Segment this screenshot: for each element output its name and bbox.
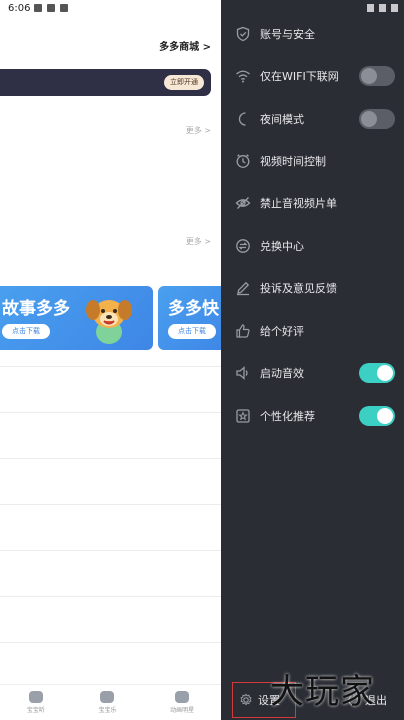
gallery-icon [47,4,55,12]
list-divider [0,412,221,413]
nav-item-play[interactable]: 宝宝乐 [98,691,116,714]
speaker-icon [236,366,248,380]
download-button[interactable]: 点击下载 [2,324,50,339]
list-divider [0,366,221,367]
toggle-knob [377,408,393,424]
app-banner[interactable]: 故事多多 点击下载 [0,286,153,350]
banner-title: 故事多多 [2,299,70,319]
vip-open-button[interactable]: 立即开通 [164,75,204,90]
menu-label: 投诉及意见反馈 [260,282,337,295]
bear-icon [175,691,190,703]
menu-label: 兑换中心 [260,240,304,253]
dog-mascot-icon [86,300,132,344]
personalized-recommendation-toggle[interactable] [359,406,395,426]
menu-item-video-time-control[interactable]: 视频时间控制 [221,147,404,175]
menu-item-personalized-recommendation: 个性化推荐 [221,402,404,430]
thumbs-up-icon [236,324,250,338]
watermark-logo: 大玩家 [270,672,375,712]
wifi-icon [236,70,250,83]
menu-label: 夜间模式 [260,113,304,126]
menu-item-night-mode: 夜间模式 [221,105,404,133]
more-link[interactable]: 更多 > [186,236,211,247]
pencil-icon [237,281,250,296]
list-divider [0,550,221,551]
nav-item-cartoon[interactable]: 动画明星 [170,691,194,714]
toggle-knob [361,68,377,84]
toggle-knob [377,365,393,381]
nav-label: 宝宝乐 [98,707,117,714]
menu-item-exchange-center[interactable]: 兑换中心 [221,232,404,260]
banner-title: 多多快 [168,299,219,319]
mall-link[interactable]: 多多商城 > [159,38,211,53]
gallery-icon [34,4,42,12]
list-divider [0,642,221,643]
wifi-only-toggle[interactable] [359,66,395,86]
nav-label: 宝宝听 [26,707,45,714]
toggle-knob [361,111,377,127]
menu-item-rate-app[interactable]: 给个好评 [221,317,404,345]
status-time: 6:06 [8,3,31,14]
list-divider [0,504,221,505]
menu-item-block-playlist[interactable]: 禁止音视频片单 [221,189,404,217]
menu-item-feedback[interactable]: 投诉及意见反馈 [221,274,404,302]
moon-icon [238,112,246,126]
nav-item-listen[interactable]: 宝宝听 [27,691,45,714]
menu-item-account-security[interactable]: 账号与安全 [221,20,404,48]
menu-label: 视频时间控制 [260,155,326,168]
menu-item-startup-sound: 启动音效 [221,359,404,387]
startup-sound-toggle[interactable] [359,363,395,383]
more-link[interactable]: 更多 > [186,125,211,136]
download-button[interactable]: 点击下载 [168,324,216,339]
clock-icon [236,154,250,168]
robot-icon [100,691,115,703]
eye-off-icon [235,197,251,209]
signal-icon [379,4,386,12]
vip-banner: 立即开通 [0,69,211,96]
nav-label: 动画明星 [170,707,195,714]
wifi-status-icon [367,4,374,12]
menu-label: 启动音效 [260,367,304,380]
shield-icon [236,26,250,42]
night-mode-toggle[interactable] [359,109,395,129]
menu-item-wifi-only: 仅在WIFI下联网 [221,62,404,90]
bottom-nav: 宝宝听 宝宝乐 动画明星 [0,684,221,720]
status-system-icons [367,4,398,12]
menu-label: 给个好评 [260,325,304,338]
gear-icon [240,693,252,706]
app-banner[interactable]: 多多快 点击下载 [158,286,221,350]
menu-label: 个性化推荐 [260,410,315,423]
status-notification-icons [34,4,68,12]
settings-drawer: 账号与安全 仅在WIFI下联网 夜间模式 视频时间控制 禁止音视频片单 兑换中心… [221,0,404,720]
list-divider [0,458,221,459]
battery-icon [391,4,398,12]
exchange-icon [236,239,250,253]
background-page: 6:06 多多商城 > 立即开通 更多 > 更多 > 故事多多 点击下载 多多快… [0,0,221,720]
menu-label: 仅在WIFI下联网 [260,70,339,83]
menu-label: 禁止音视频片单 [260,197,337,210]
headphones-icon [28,691,43,703]
menu-label: 账号与安全 [260,28,315,41]
sd-card-icon [60,4,68,12]
list-divider [0,596,221,597]
star-box-icon [236,409,250,423]
